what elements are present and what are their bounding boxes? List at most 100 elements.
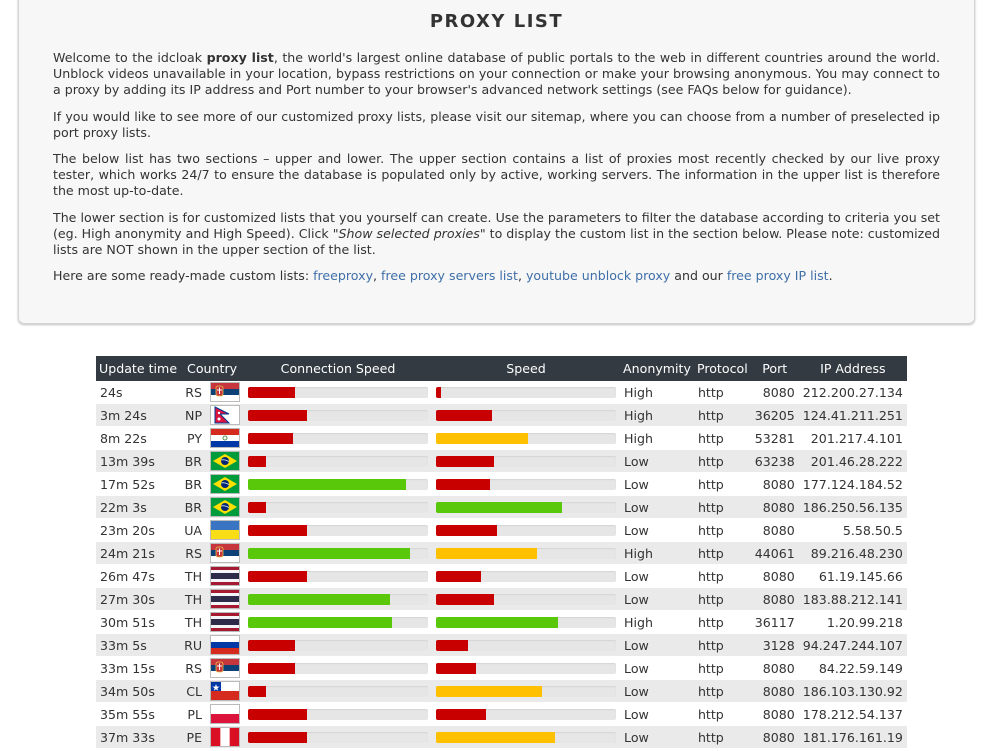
connection-speed-bar xyxy=(244,449,433,473)
connection-speed-bar xyxy=(244,679,433,703)
header-speed[interactable]: Speed xyxy=(432,356,621,381)
update-time: 17m 52s xyxy=(96,472,181,496)
table-row: 33m 15s RS Low http 8080 84.22.59.149 xyxy=(96,656,907,680)
anonymity: Low xyxy=(620,518,694,542)
header-port[interactable]: Port xyxy=(750,356,799,381)
protocol: http xyxy=(693,587,751,611)
anonymity: Low xyxy=(620,633,694,657)
page-title: PROXY LIST xyxy=(429,11,564,32)
update-time: 33m 15s xyxy=(96,656,181,680)
table-row: 33m 5s RU Low http 3128 94.247.244.107 xyxy=(96,633,907,657)
connection-speed-fill xyxy=(248,455,267,467)
table-row: 34m 50s CL Low http 8080 186.103.130.92 xyxy=(96,679,907,703)
protocol: http xyxy=(693,679,751,703)
anonymity: Low xyxy=(620,564,694,588)
port: 3128 xyxy=(750,633,799,657)
chile-flag-icon xyxy=(210,681,241,701)
anonymity: High xyxy=(620,610,694,634)
table-row: 37m 33s PE Low http 8080 181.176.161.19 xyxy=(96,725,907,749)
header-anonymity[interactable]: Anonymity xyxy=(620,356,694,381)
speed-bar xyxy=(432,656,621,680)
header-update-time[interactable]: Update time xyxy=(96,356,181,381)
header-protocol[interactable]: Protocol xyxy=(693,356,751,381)
intro-paragraph-2: If you would like to see more of our cus… xyxy=(53,108,940,140)
nepal-flag-icon xyxy=(210,405,241,425)
thailand-flag-icon xyxy=(210,612,241,632)
connection-speed-bar xyxy=(244,381,433,404)
connection-speed-bar xyxy=(244,564,433,588)
country-code: RS xyxy=(180,381,207,404)
free-proxy-ip-list-link[interactable]: free proxy IP list xyxy=(727,268,829,283)
country-code: PY xyxy=(180,426,207,450)
serbia-flag-icon xyxy=(210,382,241,402)
ip-address: 84.22.59.149 xyxy=(798,656,907,680)
speed-fill xyxy=(436,731,555,743)
anonymity: Low xyxy=(620,679,694,703)
update-time: 13m 39s xyxy=(96,449,181,473)
connection-speed-fill xyxy=(248,593,391,605)
protocol: http xyxy=(693,656,751,680)
ip-address: 183.88.212.141 xyxy=(798,587,907,611)
proxy-list-bold: proxy list xyxy=(206,50,274,65)
table-row: 27m 30s TH Low http 8080 183.88.212.141 xyxy=(96,587,907,611)
port: 8080 xyxy=(750,725,799,749)
ip-address: 212.200.27.134 xyxy=(798,381,907,404)
connection-speed-fill xyxy=(248,409,308,421)
speed-fill xyxy=(436,386,442,398)
header-ip-address[interactable]: IP Address xyxy=(798,356,907,381)
port: 8080 xyxy=(750,587,799,611)
update-time: 30m 51s xyxy=(96,610,181,634)
peru-flag-icon xyxy=(210,727,241,747)
speed-bar xyxy=(432,495,621,519)
free-proxy-servers-list-link[interactable]: free proxy servers list xyxy=(381,268,518,283)
connection-speed-fill xyxy=(248,662,295,674)
protocol: http xyxy=(693,472,751,496)
country-code: CL xyxy=(180,679,207,703)
header-connection-speed[interactable]: Connection Speed xyxy=(244,356,433,381)
speed-fill xyxy=(436,455,494,467)
connection-speed-bar xyxy=(244,426,433,450)
connection-speed-bar xyxy=(244,702,433,726)
country-code: PE xyxy=(180,725,207,749)
intro-paragraph-4: The lower section is for customized list… xyxy=(53,209,940,258)
connection-speed-fill xyxy=(248,547,411,559)
proxy-table: Update time Country Connection Speed Spe… xyxy=(96,356,907,749)
ip-address: 181.176.161.19 xyxy=(798,725,907,749)
country-code: RS xyxy=(180,541,207,565)
connection-speed-fill xyxy=(248,570,308,582)
country-code: NP xyxy=(180,403,207,427)
ip-address: 124.41.211.251 xyxy=(798,403,907,427)
connection-speed-fill xyxy=(248,731,308,743)
youtube-unblock-proxy-link[interactable]: youtube unblock proxy xyxy=(526,268,670,283)
table-row: 24s RS High http 8080 212.200.27.134 xyxy=(96,381,907,404)
ukraine-flag-icon xyxy=(210,520,241,540)
connection-speed-bar xyxy=(244,495,433,519)
country-code: PL xyxy=(180,702,207,726)
connection-speed-fill xyxy=(248,708,308,720)
port: 8080 xyxy=(750,518,799,542)
ip-address: 186.250.56.135 xyxy=(798,495,907,519)
freeproxy-link[interactable]: freeproxy xyxy=(313,268,373,283)
speed-bar xyxy=(432,633,621,657)
connection-speed-fill xyxy=(248,616,393,628)
connection-speed-bar xyxy=(244,541,433,565)
table-row: 22m 3s BR Low http 8080 186.250.56.135 xyxy=(96,495,907,519)
speed-fill xyxy=(436,432,528,444)
anonymity: Low xyxy=(620,587,694,611)
update-time: 3m 24s xyxy=(96,403,181,427)
speed-fill xyxy=(436,685,543,697)
port: 53281 xyxy=(750,426,799,450)
speed-fill xyxy=(436,409,492,421)
speed-bar xyxy=(432,725,621,749)
speed-fill xyxy=(436,478,491,490)
speed-bar xyxy=(432,564,621,588)
protocol: http xyxy=(693,725,751,749)
update-time: 22m 3s xyxy=(96,495,181,519)
connection-speed-bar xyxy=(244,518,433,542)
update-time: 24s xyxy=(96,381,181,404)
header-country[interactable]: Country xyxy=(180,356,245,381)
protocol: http xyxy=(693,610,751,634)
port: 8080 xyxy=(750,679,799,703)
serbia-flag-icon xyxy=(210,543,241,563)
thailand-flag-icon xyxy=(210,566,241,586)
